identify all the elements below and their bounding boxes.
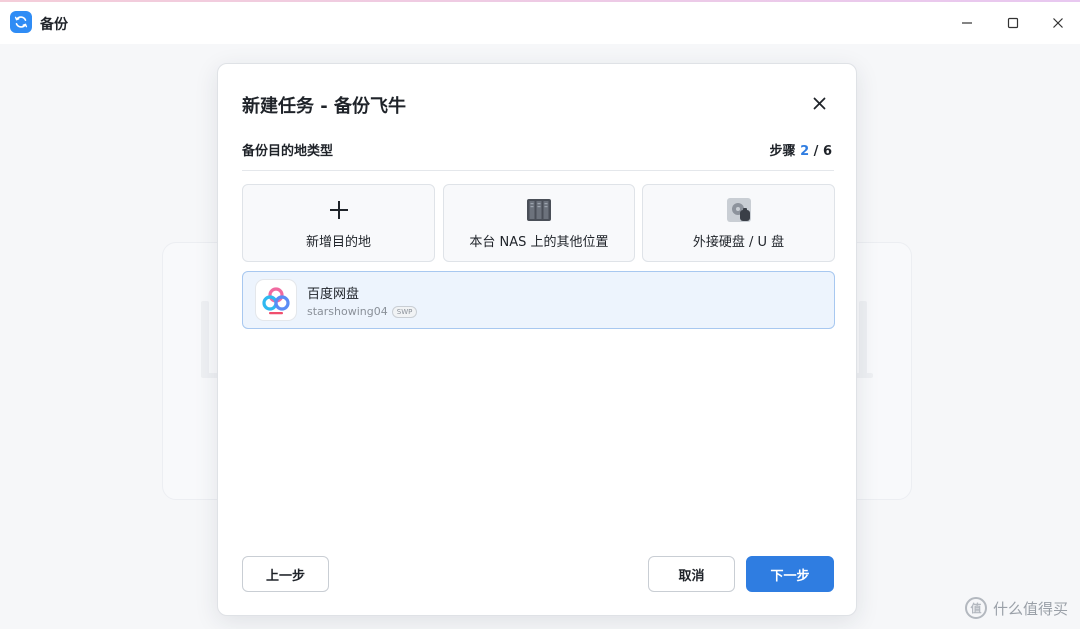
membership-badge: SWP xyxy=(391,305,418,318)
close-icon xyxy=(813,97,825,109)
maximize-button[interactable] xyxy=(999,10,1027,36)
window-close-button[interactable] xyxy=(1044,10,1072,36)
external-drive-card[interactable]: 外接硬盘 / U 盘 xyxy=(642,184,835,262)
new-task-dialog: 新建任务 - 备份飞牛 备份目的地类型 步骤 2 / 6 新增目的地 本台 NA… xyxy=(217,63,857,616)
window-title: 备份 xyxy=(40,17,68,33)
smzdm-logo-icon: 值 xyxy=(964,597,987,619)
step-prefix: 步骤 xyxy=(769,144,796,159)
watermark-text: 什么值得买 xyxy=(992,599,1068,618)
card-label: 本台 NAS 上的其他位置 xyxy=(469,234,609,250)
previous-step-button[interactable]: 上一步 xyxy=(242,556,329,592)
dialog-close-button[interactable] xyxy=(808,92,830,114)
section-divider xyxy=(242,170,834,171)
background-decoration xyxy=(859,301,867,377)
backup-sync-icon xyxy=(10,11,32,33)
account-name: starshowing04 xyxy=(307,305,388,318)
section-label: 备份目的地类型 xyxy=(242,144,334,159)
add-destination-card[interactable]: 新增目的地 xyxy=(242,184,435,262)
external-drive-icon xyxy=(726,197,752,223)
close-icon xyxy=(1053,18,1063,28)
local-nas-location-card[interactable]: 本台 NAS 上的其他位置 xyxy=(443,184,635,262)
dialog-title: 新建任务 - 备份飞牛 xyxy=(242,96,407,117)
step-current: 2 xyxy=(800,144,810,159)
watermark: 值 什么值得买 xyxy=(964,597,1068,619)
destination-name: 百度网盘 xyxy=(307,287,360,302)
destination-account: starshowing04 SWP xyxy=(307,305,418,318)
window-titlebar: 备份 xyxy=(0,2,1080,44)
next-step-button[interactable]: 下一步 xyxy=(746,556,834,592)
plus-icon xyxy=(329,197,349,223)
card-label: 外接硬盘 / U 盘 xyxy=(692,234,785,250)
minimize-button[interactable] xyxy=(953,10,981,36)
cancel-button[interactable]: 取消 xyxy=(648,556,735,592)
step-separator: / xyxy=(813,144,819,159)
background-decoration xyxy=(201,301,209,377)
nas-server-icon xyxy=(526,197,552,223)
step-total: 6 xyxy=(822,144,832,159)
baidu-netdisk-icon xyxy=(255,279,297,321)
maximize-icon xyxy=(1007,17,1019,29)
minimize-icon xyxy=(962,22,972,24)
step-indicator: 步骤 2 / 6 xyxy=(770,140,832,159)
card-label: 新增目的地 xyxy=(305,234,371,250)
baidu-netdisk-destination[interactable]: 百度网盘 starshowing04 SWP xyxy=(242,271,835,329)
